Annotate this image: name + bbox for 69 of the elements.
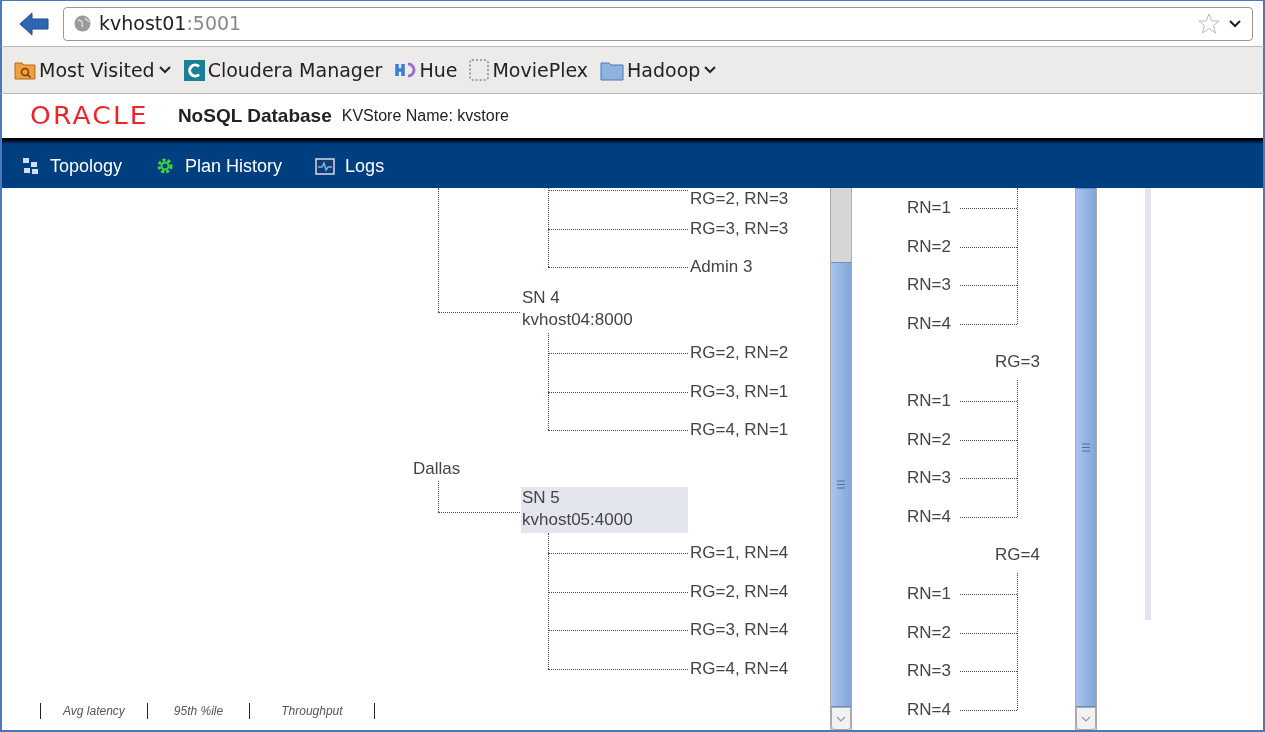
storage-node[interactable]: SN 5 kvhost05:4000 xyxy=(521,487,688,533)
legend-label: Throughput xyxy=(280,703,344,720)
node-name: SN 5 xyxy=(522,487,561,509)
c-logo-icon xyxy=(183,59,205,81)
chevron-down-icon xyxy=(703,65,718,75)
replica-node-label: RN=3 xyxy=(907,274,951,297)
folder-icon xyxy=(600,59,624,81)
replica-node-label: RN=4 xyxy=(907,312,951,335)
replica-node-label: RG=2, RN=4 xyxy=(690,580,789,603)
topology-icon xyxy=(22,157,40,175)
star-icon[interactable] xyxy=(1198,12,1220,35)
replica-node-label: RG=3, RN=4 xyxy=(690,619,789,642)
replica-node-label: RN=3 xyxy=(907,467,951,490)
replica-node-label: RN=2 xyxy=(907,621,951,644)
replica-node-label: RG=3, RN=3 xyxy=(690,217,789,240)
replica-node-label: RN=4 xyxy=(907,698,951,721)
chevron-down-icon xyxy=(836,715,846,722)
replica-node-label: RG=2, RN=3 xyxy=(690,188,789,210)
replica-node-label: RG=2, RN=2 xyxy=(690,342,789,365)
chevron-down-icon xyxy=(157,65,172,75)
replica-node-label: RN=2 xyxy=(907,235,951,258)
replica-node-label: RN=4 xyxy=(907,505,951,528)
bookmark[interactable]: Hue xyxy=(394,55,458,85)
replica-node-label: RG=4, RN=1 xyxy=(690,419,789,442)
address-field[interactable]: kvhost01:5001 xyxy=(63,6,1253,41)
grip-icon xyxy=(1082,443,1090,452)
replication-group-label: RG=3 xyxy=(995,351,1040,374)
replica-node-label: RG=4, RN=4 xyxy=(690,657,789,680)
legend-label: Avg latency xyxy=(61,703,126,720)
replica-node-label: Admin 3 xyxy=(690,256,753,279)
nav-tab[interactable]: Topology xyxy=(22,152,123,180)
store-name: KVStore Name: kvstore xyxy=(341,106,509,126)
replica-node-label: RN=2 xyxy=(907,428,951,451)
globe-icon xyxy=(74,15,91,32)
monitor-icon xyxy=(315,157,336,175)
grip-icon xyxy=(837,480,845,489)
chevron-down-icon xyxy=(1081,715,1091,722)
node-host: kvhost05:4000 xyxy=(522,509,634,531)
node-host: kvhost04:8000 xyxy=(522,309,634,332)
oracle-logo: ORACLE xyxy=(30,104,149,128)
replica-node-label: RN=1 xyxy=(907,197,951,219)
bookmark[interactable]: Most Visited xyxy=(14,55,172,85)
back-arrow-icon xyxy=(19,11,49,36)
replica-node-label: RG=3, RN=1 xyxy=(690,380,789,403)
product-title: NoSQL Database xyxy=(177,103,332,128)
scroll-down-button[interactable] xyxy=(831,707,851,730)
nav-tab[interactable]: Logs xyxy=(315,152,385,180)
zone-label: Dallas xyxy=(413,458,461,480)
replica-node-label: RN=1 xyxy=(907,583,951,605)
node-name: SN 4 xyxy=(522,287,561,310)
hue-logo-icon xyxy=(394,60,417,80)
replica-node-label: RG=1, RN=4 xyxy=(690,542,789,564)
folder-icon xyxy=(14,60,36,80)
scrollbar[interactable] xyxy=(830,188,852,730)
scroll-down-button[interactable] xyxy=(1076,707,1096,730)
nav-tab[interactable]: Plan History xyxy=(155,152,283,180)
bookmark[interactable]: Cloudera Manager xyxy=(183,55,383,85)
scrollbar-thumb[interactable] xyxy=(831,262,851,707)
chevron-down-icon xyxy=(1228,18,1242,29)
url-text: kvhost01:5001 xyxy=(99,11,242,37)
bookmark[interactable]: MoviePlex xyxy=(469,55,588,85)
legend-label: 95th %ile xyxy=(172,703,225,720)
replica-node-label: RN=1 xyxy=(907,390,951,412)
replication-group-label: RG=4 xyxy=(995,544,1040,567)
bookmark[interactable]: Hadoop xyxy=(600,55,718,85)
storage-node[interactable]: SN 4 kvhost04:8000 xyxy=(521,287,688,334)
replica-node-label: RN=3 xyxy=(907,660,951,683)
back-button[interactable] xyxy=(19,10,49,37)
blank-page-icon xyxy=(469,59,490,81)
